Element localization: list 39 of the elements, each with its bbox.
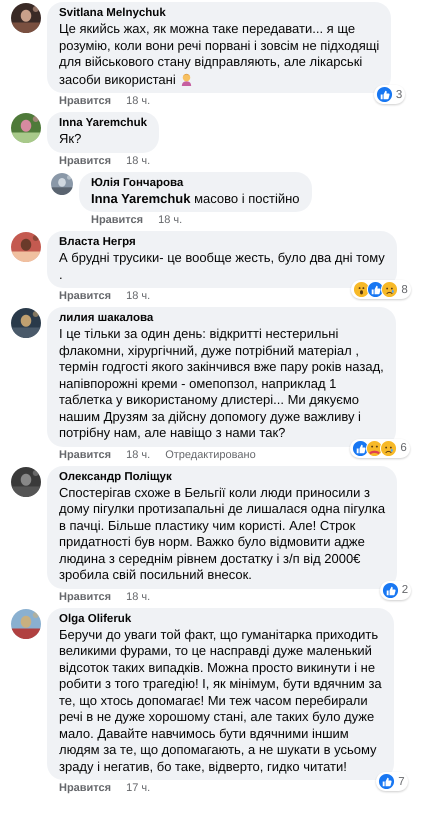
comment-text: Як? <box>59 131 82 148</box>
author-name[interactable]: Olga Oliferuk <box>59 612 382 626</box>
author-name[interactable]: Svitlana Melnychuk <box>59 6 380 21</box>
author-name[interactable]: Олександр Поліщук <box>59 470 386 484</box>
author-name[interactable]: Inna Yaremchuk <box>59 116 147 131</box>
author-name[interactable]: Юлія Гончарова <box>91 176 300 190</box>
like-link[interactable]: Нравится <box>59 154 112 168</box>
author-name[interactable]: Власта Негря <box>59 235 385 250</box>
timestamp[interactable]: 18 ч. <box>158 214 182 227</box>
comment-text: Inna Yaremchuk масово і постійно <box>91 190 300 207</box>
like-link[interactable]: Нравится <box>59 590 112 604</box>
thumbs-up-icon <box>376 86 393 103</box>
reaction-badge[interactable]: 8 <box>351 280 411 299</box>
sad-face-icon <box>380 440 398 456</box>
like-link[interactable]: Нравится <box>59 782 112 795</box>
like-link[interactable]: Нравится <box>59 95 112 108</box>
like-link[interactable]: Нравится <box>59 290 112 303</box>
reaction-badge[interactable]: 7 <box>376 772 408 791</box>
thumbs-up-icon <box>378 773 396 790</box>
author-name[interactable]: лилия шакалова <box>59 311 384 326</box>
comment-text: Беручи до уваги той факт, що гуманітарка приходить великими фурами, то це насправді дуже маленький відсоток таких випадків. Можна просто викинути і не робити з того трагедію! І, як мінімум, бути вдячним за те, що хтось допомагає! Ми теж часом перебирали речі в не дуже хорошому стані, але таких було дуже мало. Давайте навчимось бути вдячними іншим людям за те, що допомагають, а не шукати в усьому зраду і негатив, бо таке, відверто, гидко читати! <box>59 626 382 775</box>
reaction-badge[interactable]: 2 <box>380 580 412 600</box>
reaction-badge[interactable]: 6 <box>350 438 410 458</box>
edited-label: Отредактировано <box>165 448 256 462</box>
sad-face-icon <box>381 281 398 298</box>
comment-text: Це якийсь жах, як можна таке передавати... я ще розумію, коли вони речі порвані і зовсім не підходящі для військового стану відправляють, але лікарські засоби використані <box>59 21 380 88</box>
timestamp[interactable]: 18 ч. <box>126 290 150 303</box>
thumbs-up-icon <box>382 582 399 598</box>
like-link[interactable]: Нравится <box>59 448 112 462</box>
comment-text: А брудні трусики- це вообще жесть, було два дні тому . <box>59 250 385 283</box>
timestamp[interactable]: 17 ч. <box>126 782 150 795</box>
comment-text: І це тільки за один день: відкритті нестерильні флакомни, хірургічний, дуже потрібний матеріал , термін годгості якого закінчився вже пару років назад, напівпорожні креми - омепопзол, наприклад 1 таблетка у використаному длистері... Ми дякуємо нашим Друзям за дійсну допомогу дуже важливу і потрібну нам, але навіщо з нами так? <box>59 326 384 442</box>
reaction-badge[interactable]: 3 <box>374 85 406 104</box>
like-link[interactable]: Нравится <box>91 214 144 227</box>
timestamp[interactable]: 18 ч. <box>126 590 150 604</box>
timestamp[interactable]: 18 ч. <box>126 95 150 108</box>
timestamp[interactable]: 18 ч. <box>126 154 150 168</box>
comment-text: Спостерігав схоже в Бельгії коли люди приносили з дому пігулки протизапальні де лишалася одна пігулка в пачці. Більше пластику чим користі. Але! Строк придатності був норм. Важко було відмовити адже людина з середнім рівнем достатку і з/п від 2000€ зробила свій посильний внесок. <box>59 484 386 584</box>
timestamp[interactable]: 18 ч. <box>126 448 150 462</box>
